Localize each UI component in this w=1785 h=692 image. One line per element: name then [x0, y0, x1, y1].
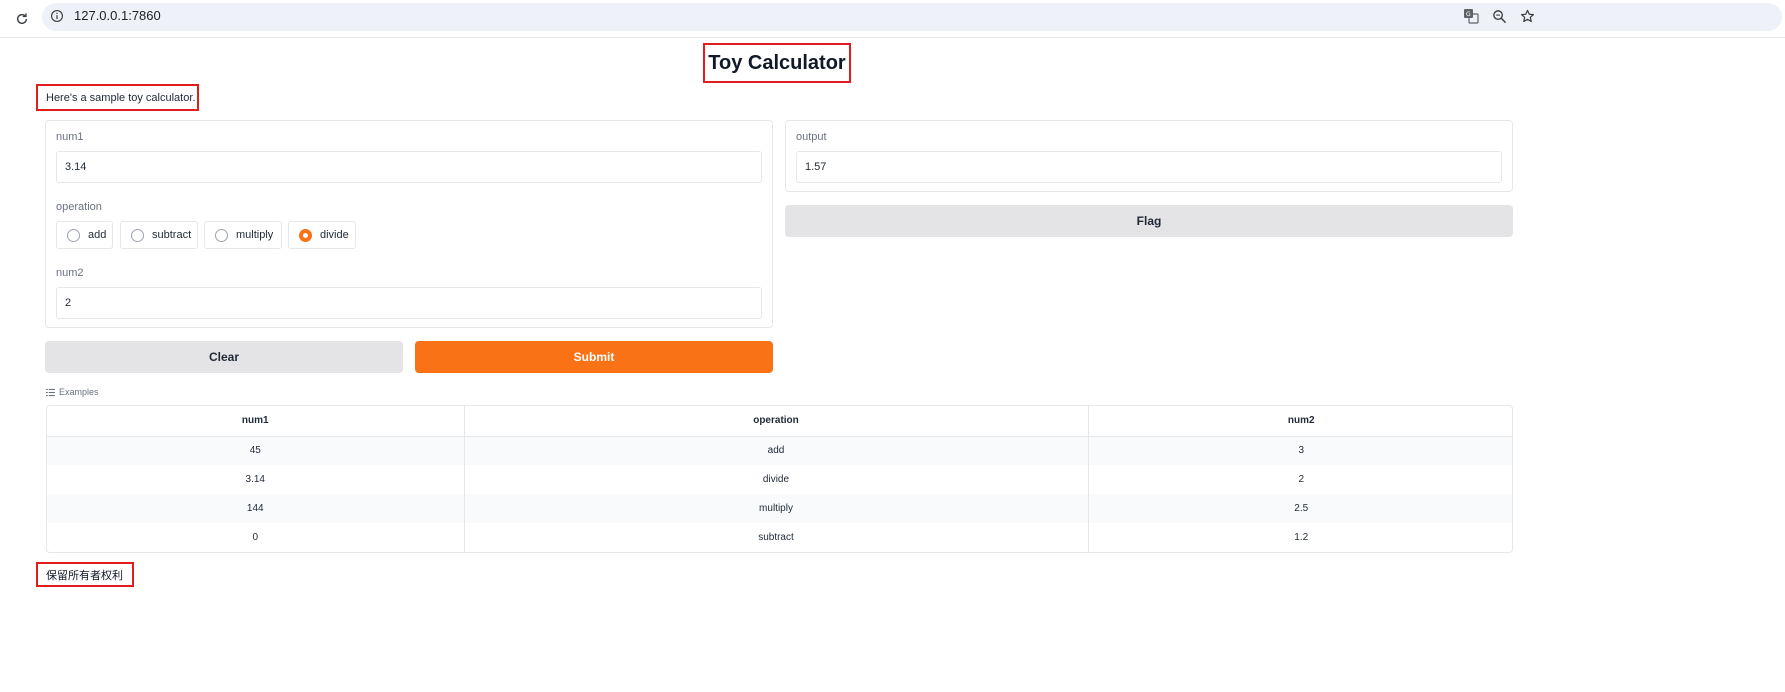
table-cell: 2 [1087, 465, 1512, 494]
radio-label: add [88, 229, 107, 241]
submit-button[interactable]: Submit [415, 341, 773, 373]
table-row[interactable]: 3.14 divide 2 [47, 465, 1512, 494]
table-cell: 2.5 [1087, 494, 1512, 523]
num1-input[interactable]: 3.14 [56, 151, 762, 183]
radio-divide[interactable]: divide [288, 221, 356, 249]
table-row[interactable]: 144 multiply 2.5 [47, 494, 1512, 523]
table-cell: 45 [47, 436, 464, 465]
examples-label: Examples [59, 387, 99, 397]
reload-icon[interactable] [12, 9, 32, 29]
num1-label: num1 [56, 131, 84, 143]
translate-icon[interactable]: G [1462, 7, 1480, 25]
column-header: num1 [47, 406, 464, 437]
site-info-icon[interactable] [50, 9, 64, 23]
zoom-icon[interactable] [1490, 7, 1508, 25]
radio-add[interactable]: add [56, 221, 113, 249]
radio-button-icon [215, 228, 228, 242]
examples-header: Examples [46, 387, 99, 397]
footer-text: 保留所有者权利 [46, 570, 123, 582]
page-description: Here's a sample toy calculator. [46, 92, 196, 104]
radio-multiply[interactable]: multiply [204, 221, 282, 249]
table-cell: subtract [463, 523, 1088, 552]
table-cell: 3 [1087, 436, 1512, 465]
table-row[interactable]: 0 subtract 1.2 [47, 523, 1512, 552]
table-cell: add [463, 436, 1088, 465]
table-cell: 1.2 [1087, 523, 1512, 552]
bookmark-star-icon[interactable] [1518, 7, 1536, 25]
radio-label: multiply [236, 229, 274, 241]
column-header: num2 [1087, 406, 1512, 437]
num2-label: num2 [56, 267, 84, 279]
table-cell: divide [463, 465, 1088, 494]
output-field[interactable]: 1.57 [796, 151, 1502, 183]
list-icon [46, 388, 55, 396]
page-title: Toy Calculator [708, 51, 846, 74]
radio-subtract[interactable]: subtract [120, 221, 198, 249]
column-header: operation [463, 406, 1088, 437]
radio-button-icon [67, 228, 80, 242]
num2-input[interactable]: 2 [56, 287, 762, 319]
examples-table: num1 operation num2 45 add 3 3.14 divide… [46, 405, 1513, 553]
table-cell: multiply [463, 494, 1088, 523]
url-text[interactable]: 127.0.0.1:7860 [74, 8, 161, 23]
operation-label: operation [56, 201, 102, 213]
table-cell: 144 [47, 494, 464, 523]
flag-button[interactable]: Flag [785, 205, 1513, 237]
radio-button-icon [131, 228, 144, 242]
svg-text:G: G [1466, 11, 1471, 18]
clear-button[interactable]: Clear [45, 341, 403, 373]
table-cell: 0 [252, 532, 259, 543]
radio-label: subtract [152, 229, 192, 241]
table-header-row: num1 operation num2 [47, 406, 1512, 437]
table-cell: 3.14 [245, 474, 265, 485]
radio-button-selected-icon [299, 228, 312, 242]
radio-label: divide [320, 229, 349, 241]
table-row[interactable]: 45 add 3 [47, 436, 1512, 465]
output-label: output [796, 131, 827, 143]
